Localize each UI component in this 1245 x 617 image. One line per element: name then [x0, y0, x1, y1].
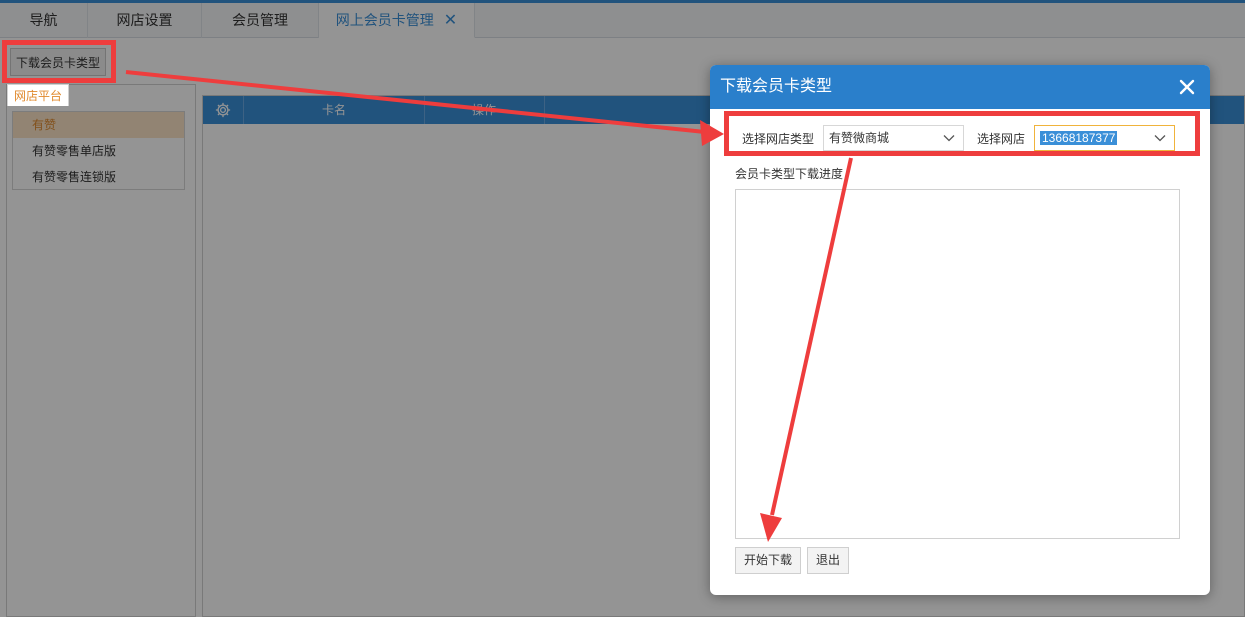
- annotation-arrows: [125, 70, 853, 542]
- tab-shop-platform[interactable]: 网店平台: [7, 84, 69, 106]
- app-window: 导航 网店设置 会员管理 网上会员卡管理 ✕ 下载会员卡类型 网店平台 有赞 有赞…: [0, 0, 1245, 617]
